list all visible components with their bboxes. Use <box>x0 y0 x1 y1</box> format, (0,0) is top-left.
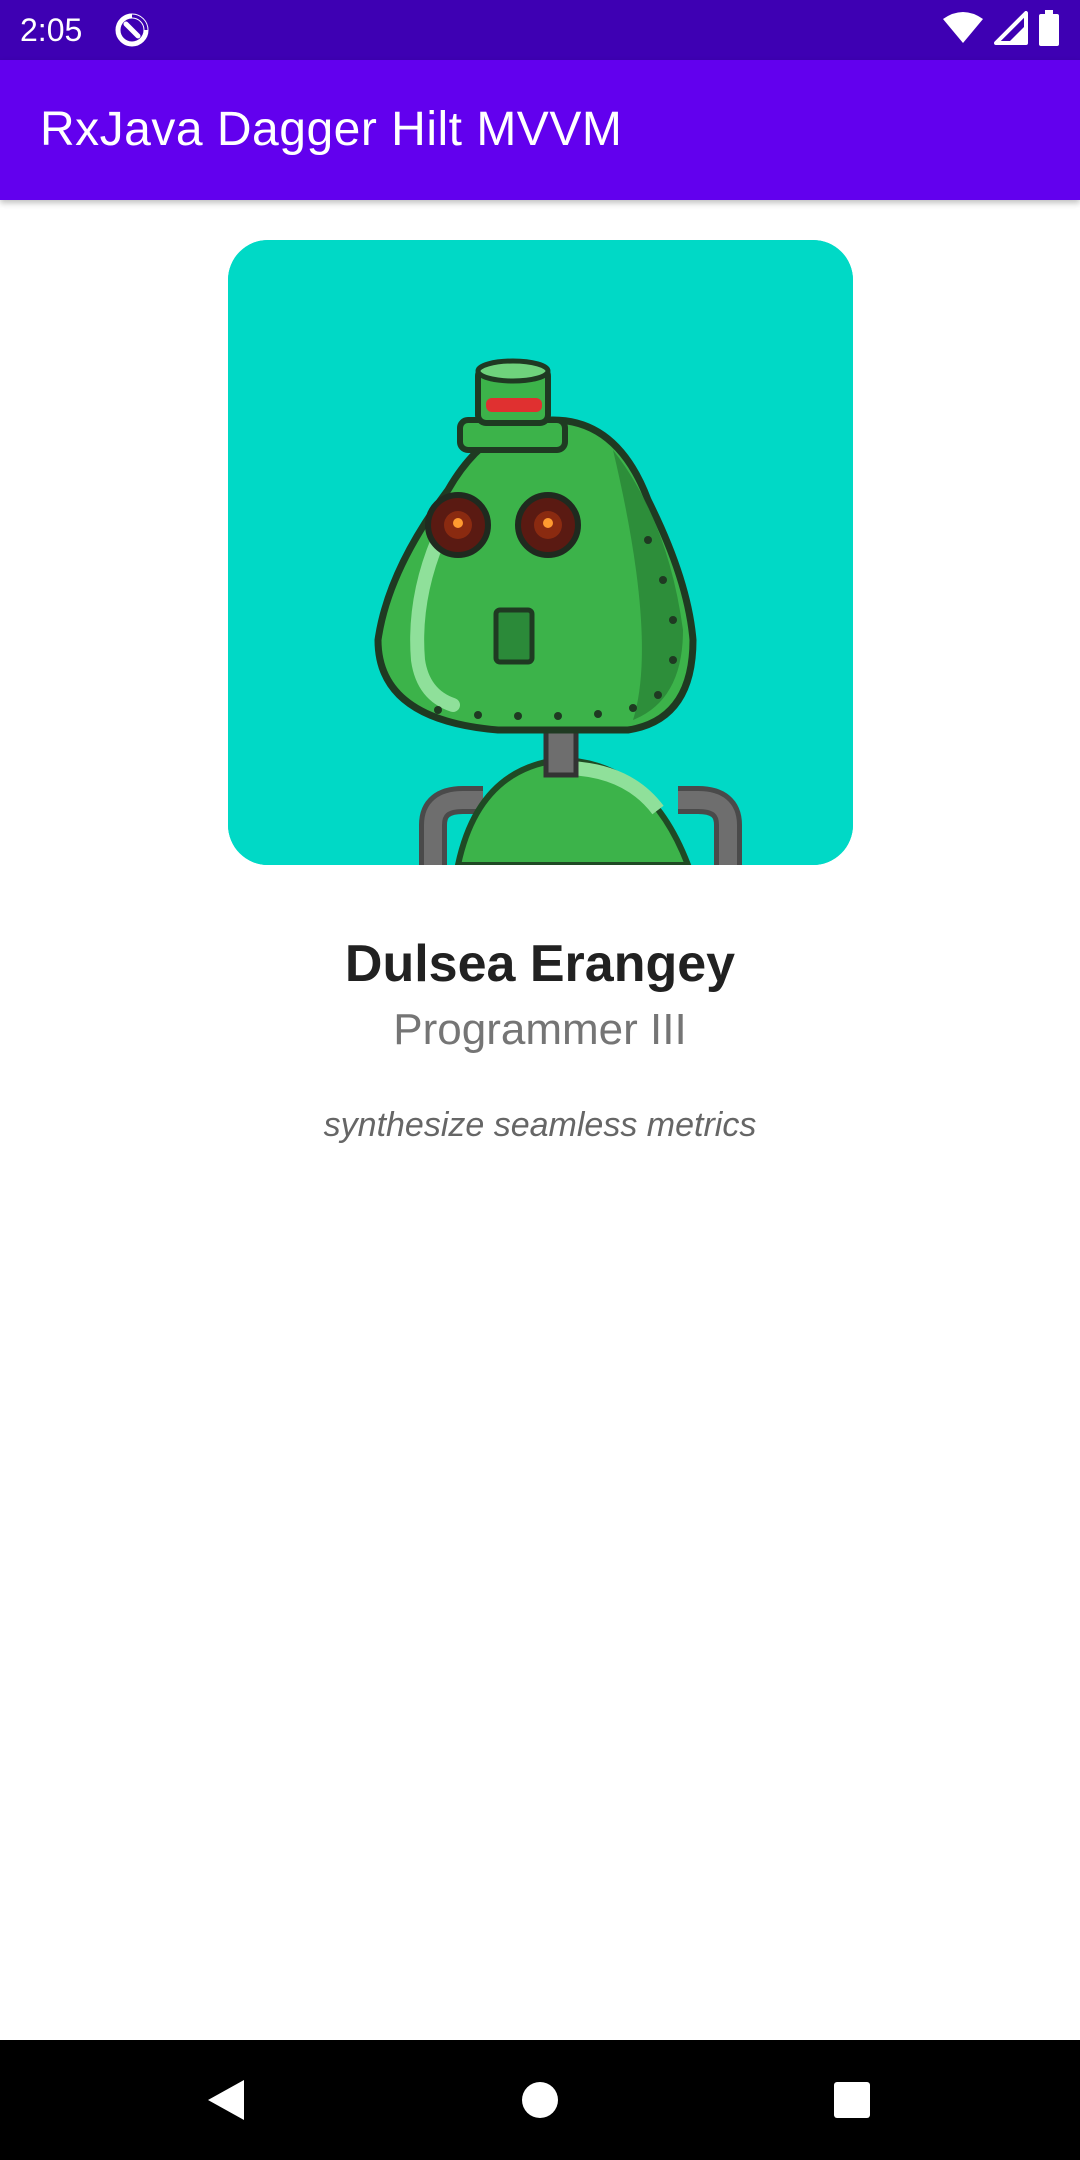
battery-icon <box>1038 9 1060 51</box>
status-bar: 2:05 <box>0 0 1080 60</box>
profile-name: Dulsea Erangey <box>344 935 736 993</box>
profile-tagline: synthesize seamless metrics <box>323 1106 757 1144</box>
app-title: RxJava Dagger Hilt MVVM <box>40 103 623 156</box>
home-button[interactable] <box>510 2070 570 2130</box>
app-bar: RxJava Dagger Hilt MVVM <box>0 60 1080 200</box>
home-icon <box>522 2082 558 2118</box>
cell-signal-icon <box>994 10 1028 50</box>
robot-avatar <box>228 240 853 865</box>
recents-button[interactable] <box>822 2070 882 2130</box>
screen: 2:05 RxJava Dagger Hilt MVVM Dulsea Eran… <box>0 0 1080 2160</box>
app-notification-icon <box>114 12 150 48</box>
back-button[interactable] <box>196 2070 256 2130</box>
back-icon <box>208 2080 244 2120</box>
navigation-bar <box>0 2040 1080 2160</box>
wifi-icon <box>942 11 984 50</box>
status-icons <box>942 9 1060 51</box>
status-time: 2:05 <box>20 12 83 48</box>
profile-job-title: Programmer III <box>393 1005 687 1054</box>
recents-icon <box>834 2082 870 2118</box>
